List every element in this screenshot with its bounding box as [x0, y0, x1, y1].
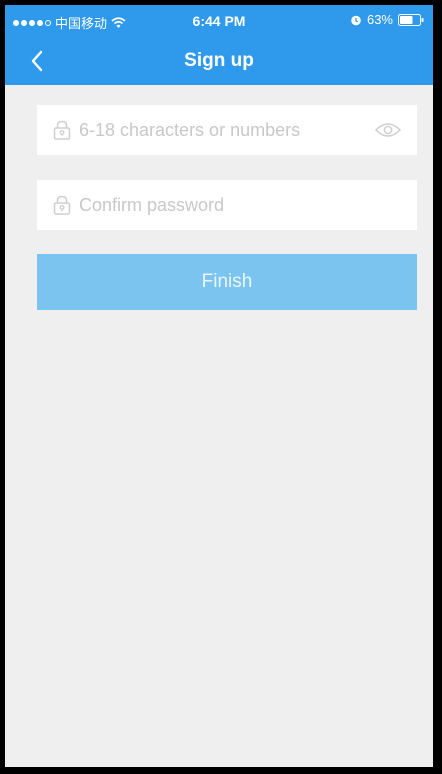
password-input[interactable] [79, 105, 373, 155]
finish-button[interactable]: Finish [37, 254, 417, 310]
nav-bar: Sign up [5, 39, 433, 85]
lock-icon [51, 119, 73, 141]
lock-icon [51, 194, 73, 216]
header: 中国移动 6:44 PM 63% Sign up [5, 5, 433, 85]
alarm-icon [350, 14, 362, 26]
page-title: Sign up [184, 50, 254, 71]
battery-percent: 63% [366, 12, 393, 27]
status-right: 63% [350, 12, 424, 27]
confirm-password-field[interactable] [37, 180, 417, 230]
password-field[interactable] [37, 105, 417, 155]
chevron-left-icon [31, 50, 43, 72]
back-button[interactable] [19, 43, 55, 79]
phone-screen: 中国移动 6:44 PM 63% Sign up Finish [5, 5, 433, 767]
eye-icon[interactable] [373, 119, 403, 141]
confirm-password-input[interactable] [79, 180, 403, 230]
battery-icon [398, 13, 424, 26]
status-bar: 中国移动 6:44 PM 63% [5, 5, 433, 39]
